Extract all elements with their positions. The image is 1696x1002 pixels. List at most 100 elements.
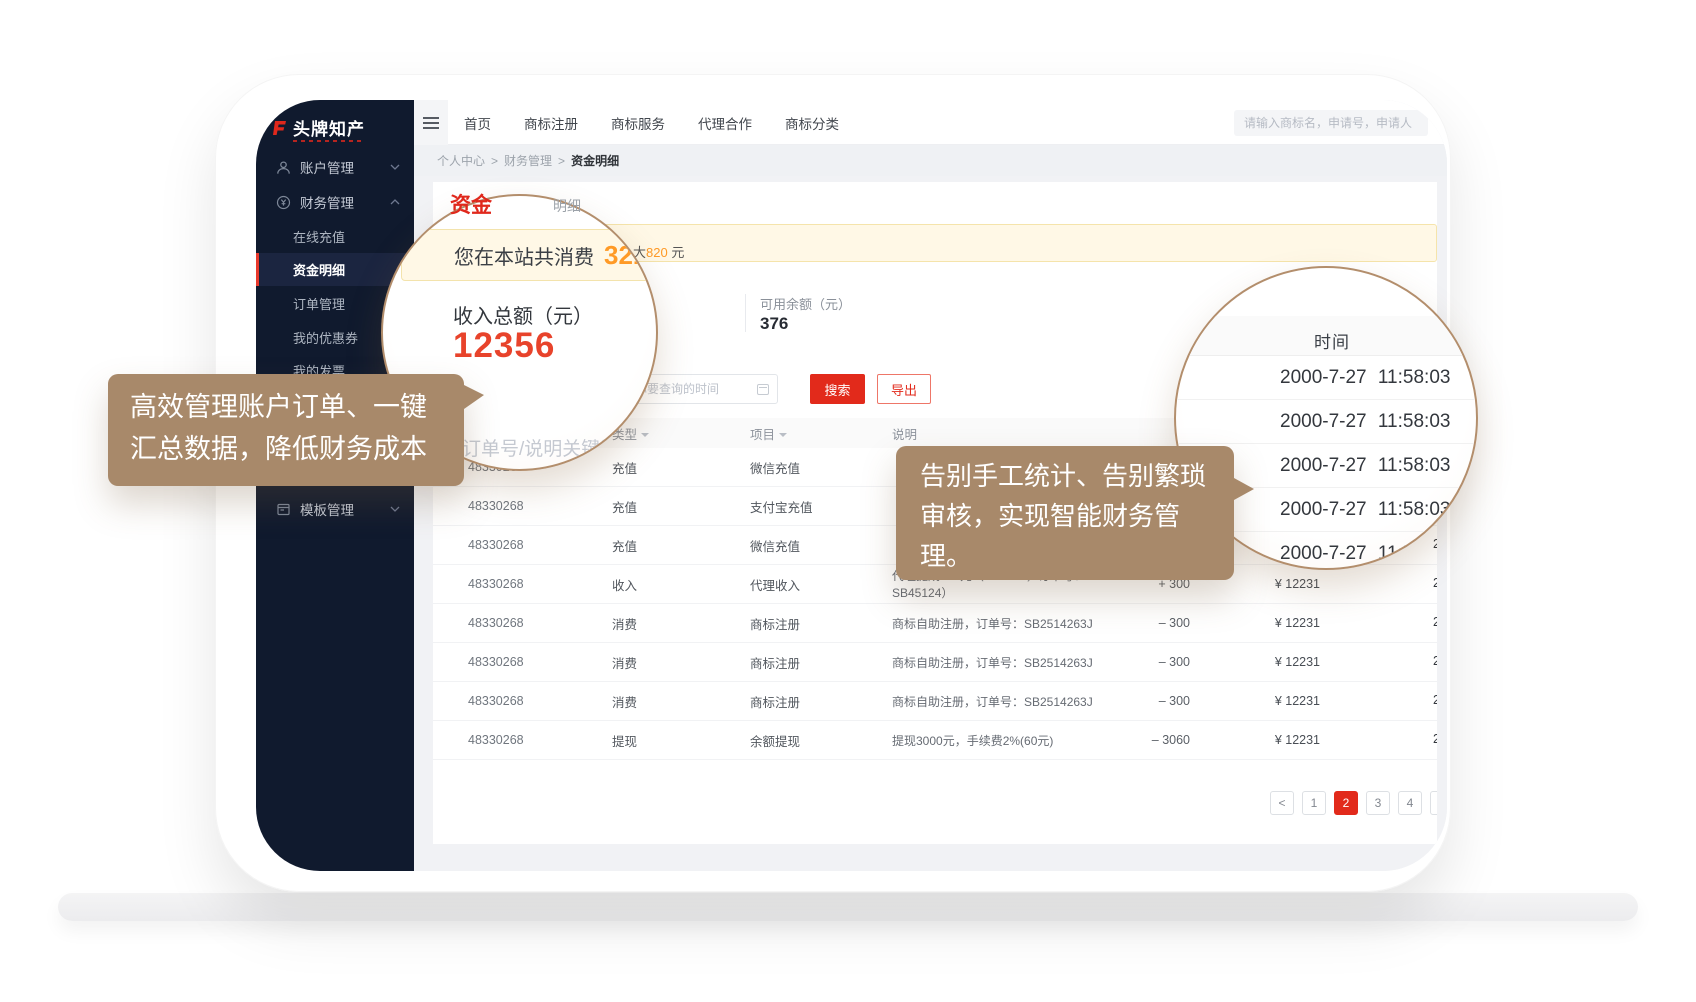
lens-time-header: 时间 [1314,328,1350,353]
export-button[interactable]: 导出 [877,374,931,404]
laptop-base [58,893,1638,921]
cell-order: 48330268 [468,499,612,513]
nav-item-trademark-service[interactable]: 商标服务 [611,113,665,133]
nav-item-home[interactable]: 首页 [464,113,491,133]
template-icon [276,502,291,517]
cell-type: 充值 [612,497,750,516]
cell-project: 微信充值 [750,458,892,477]
cell-type: 消费 [612,614,750,633]
cell-type: 消费 [612,653,750,672]
cell-type: 充值 [612,536,750,555]
cell-time: 2000-7-27 11:58:03 [1433,693,1437,707]
cell-order: 48330268 [468,577,612,591]
breadcrumb-section[interactable]: 财务管理 [504,152,552,169]
tab-secondary-fragment[interactable]: 明细 [553,196,581,216]
cell-order: 48330268 [468,538,612,552]
cell-project: 支付宝充值 [750,497,892,516]
cell-type: 提现 [612,731,750,750]
balance-stat-value: 376 [760,314,788,334]
top-navbar: 首页 商标注册 商标服务 代理合作 商标分类 [414,100,1447,145]
page-button-4[interactable]: 4 [1398,791,1422,815]
table-row: 48330268 提现 余额提现 提现3000元，手续费2%(60元) – 30… [433,721,1437,760]
col-type[interactable]: 类型 [612,424,750,443]
brand-logo: 头牌知产 [270,115,365,140]
pagination: < 1 2 3 4 5 > [1270,791,1437,815]
brand-logo-icon [270,119,288,137]
sidebar-item-label: 资金明细 [293,260,345,279]
cell-time: 2000-7-27 11:58:03 [1433,654,1437,668]
chevron-down-icon [390,506,400,512]
cell-amount: – 300 [1128,694,1190,708]
sort-caret-icon [779,433,787,437]
cell-balance: ¥ 12231 [1190,733,1320,747]
breadcrumb-separator: > [558,154,565,168]
search-button[interactable]: 搜索 [810,374,865,404]
cell-desc: 提现3000元，手续费2%(60元) [892,732,1128,749]
cell-amount: – 300 [1128,616,1190,630]
sidebar-item-label: 财务管理 [300,192,390,212]
finance-icon [276,195,291,210]
table-row: 48330268 消费 商标注册 商标自助注册，订单号：SB2514263J –… [433,604,1437,643]
sidebar-item-finance[interactable]: 财务管理 [256,185,414,219]
table-row: 48330268 消费 商标注册 商标自助注册，订单号：SB2514263J –… [433,643,1437,682]
page-button-5[interactable]: 5 [1430,791,1437,815]
user-icon [276,160,291,175]
stat-divider [745,294,746,332]
sidebar-item-template[interactable]: 模板管理 [256,492,414,526]
cell-time: 2000-7-27 11:58:03 [1433,732,1437,746]
cell-project: 商标注册 [750,692,892,711]
cell-order: 48330268 [468,733,612,747]
breadcrumb: 个人中心 > 财务管理 > 资金明细 [414,145,1447,176]
col-project[interactable]: 项目 [750,424,892,443]
chevron-up-icon [390,199,400,205]
breadcrumb-separator: > [491,154,498,168]
lens-banner-amount: 32124 [604,240,658,271]
cell-amount: – 300 [1128,655,1190,669]
sidebar-item-label: 模板管理 [300,499,390,519]
balance-stat-label: 可用余额（元） [760,294,851,313]
cell-project: 代理收入 [750,575,892,594]
chevron-down-icon [390,164,400,170]
menu-toggle-button[interactable] [414,100,448,145]
prev-page-button[interactable]: < [1270,791,1294,815]
nav-item-agency[interactable]: 代理合作 [698,113,752,133]
cell-amount: – 3060 [1128,733,1190,747]
page-button-1[interactable]: 1 [1302,791,1326,815]
nav-item-trademark-class[interactable]: 商标分类 [785,113,839,133]
top-nav-menu: 首页 商标注册 商标服务 代理合作 商标分类 [464,100,839,145]
cell-order: 48330268 [468,655,612,669]
cell-order: 48330268 [468,694,612,708]
callout-right: 告别手工统计、告别繁琐审核，实现智能财务管理。 [896,446,1234,580]
search-input[interactable] [1234,110,1428,136]
lens-time-row: 2000-7-27 11:58:03 [1176,356,1476,400]
brand-tagline-decor [293,140,363,142]
calendar-icon[interactable] [757,384,769,395]
sidebar-item-online-recharge[interactable]: 在线充值 [256,220,414,253]
lens-income-value: 12356 [453,326,555,366]
lens-income-label: 收入总额（元） [453,300,593,329]
cell-desc: 商标自助注册，订单号：SB2514263J [892,693,1128,710]
cell-type: 充值 [612,458,750,477]
cell-time: 2000-7-27 11:58:03 [1433,615,1437,629]
tab-fund-detail-fragment[interactable]: 资金 [450,189,492,219]
cell-project: 商标注册 [750,653,892,672]
sidebar-item-label: 账户管理 [300,157,390,177]
cell-balance: ¥ 12231 [1190,694,1320,708]
lens-keyword-placeholder: 订单号/说明关键词 [462,434,619,461]
sidebar-item-account[interactable]: 账户管理 [256,150,414,184]
cell-project: 余额提现 [750,731,892,750]
callout-left: 高效管理账户订单、一键汇总数据，降低财务成本 [108,374,464,486]
breadcrumb-home[interactable]: 个人中心 [437,152,485,169]
sort-caret-icon [641,433,649,437]
table-row: 48330268 消费 商标注册 商标自助注册，订单号：SB2514263J –… [433,682,1437,721]
sidebar-item-label: 我的优惠券 [293,328,358,347]
sidebar-item-label: 订单管理 [293,294,345,313]
nav-item-trademark-register[interactable]: 商标注册 [524,113,578,133]
cell-type: 收入 [612,575,750,594]
col-desc: 说明 [892,424,1128,443]
brand-name: 头牌知产 [293,115,365,140]
cell-project: 微信充值 [750,536,892,555]
cell-order: 48330268 [468,616,612,630]
page-button-3[interactable]: 3 [1366,791,1390,815]
page-button-2-active[interactable]: 2 [1334,791,1358,815]
